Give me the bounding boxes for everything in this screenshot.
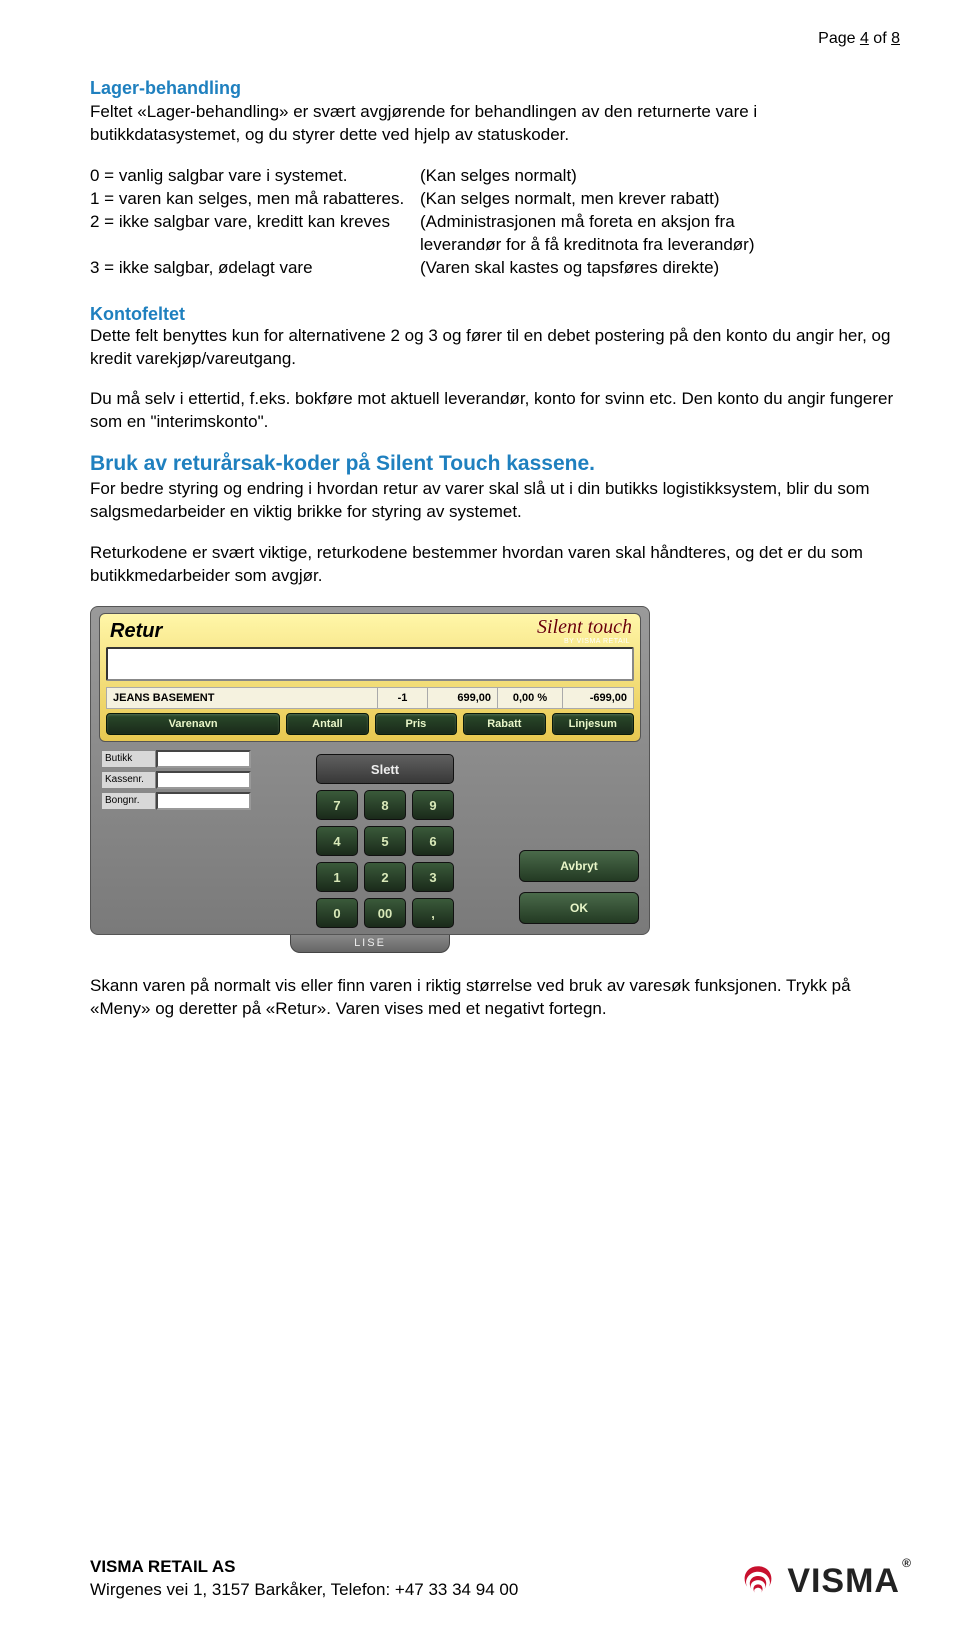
keypad-6[interactable]: 6 bbox=[412, 826, 454, 856]
para-konto-2: Du må selv i ettertid, f.eks. bokføre mo… bbox=[90, 388, 900, 434]
keypad-7[interactable]: 7 bbox=[316, 790, 358, 820]
keypad-8[interactable]: 8 bbox=[364, 790, 406, 820]
para-after-pos: Skann varen på normalt vis eller finn va… bbox=[90, 975, 900, 1021]
slett-button[interactable]: Slett bbox=[316, 754, 454, 784]
page-footer: VISMA RETAIL AS Wirgenes vei 1, 3157 Bar… bbox=[90, 1556, 900, 1602]
para-konto-1: Dette felt benyttes kun for alternativen… bbox=[90, 325, 900, 371]
para-retur-1: For bedre styring og endring i hvordan r… bbox=[90, 478, 900, 524]
section-title-konto: Kontofeltet bbox=[90, 304, 900, 325]
section-title-retur: Bruk av returårsak-koder på Silent Touch… bbox=[90, 452, 900, 476]
keypad-comma[interactable]: , bbox=[412, 898, 454, 928]
col-pris-button[interactable]: Pris bbox=[375, 713, 457, 735]
col-rabatt-button[interactable]: Rabatt bbox=[463, 713, 545, 735]
keypad-00[interactable]: 00 bbox=[364, 898, 406, 928]
visma-swirl-icon bbox=[737, 1560, 779, 1602]
keypad-3[interactable]: 3 bbox=[412, 862, 454, 892]
pos-keypad: Slett 7 8 9 4 5 6 1 2 3 0 00 , bbox=[261, 750, 509, 928]
para-lager: Feltet «Lager-behandling» er svært avgjø… bbox=[90, 101, 900, 147]
keypad-9[interactable]: 9 bbox=[412, 790, 454, 820]
avbryt-button[interactable]: Avbryt bbox=[519, 850, 639, 882]
status-code-table: 0 = vanlig salgbar vare i systemet.(Kan … bbox=[90, 165, 900, 280]
input-butikk[interactable] bbox=[156, 750, 251, 768]
pos-user-tab[interactable]: LISE bbox=[290, 935, 450, 953]
footer-company: VISMA RETAIL AS bbox=[90, 1556, 518, 1579]
pos-item-row: JEANS BASEMENT -1 699,00 0,00 % -699,00 bbox=[106, 687, 634, 709]
visma-logo: VISMA® bbox=[737, 1560, 900, 1602]
col-linjesum-button[interactable]: Linjesum bbox=[552, 713, 634, 735]
col-antall-button[interactable]: Antall bbox=[286, 713, 368, 735]
label-butikk: Butikk bbox=[101, 750, 156, 768]
pos-search-input[interactable] bbox=[106, 647, 634, 681]
keypad-5[interactable]: 5 bbox=[364, 826, 406, 856]
section-title-lager: Lager-behandling bbox=[90, 78, 900, 99]
pos-screenshot: Retur Silent touch BY VISMA RETAIL JEANS… bbox=[90, 606, 650, 953]
keypad-2[interactable]: 2 bbox=[364, 862, 406, 892]
ok-button[interactable]: OK bbox=[519, 892, 639, 924]
silent-touch-logo: Silent touch bbox=[537, 616, 632, 639]
para-retur-2: Returkodene er svært viktige, returkoden… bbox=[90, 542, 900, 588]
pos-column-headers: Varenavn Antall Pris Rabatt Linjesum bbox=[106, 713, 634, 735]
silent-touch-subtitle: BY VISMA RETAIL bbox=[564, 638, 630, 645]
label-kassenr: Kassenr. bbox=[101, 771, 156, 789]
keypad-0[interactable]: 0 bbox=[316, 898, 358, 928]
visma-logo-text: VISMA® bbox=[787, 1562, 900, 1601]
label-bongnr: Bongnr. bbox=[101, 792, 156, 810]
page-number: Page 4 of 8 bbox=[90, 30, 900, 48]
keypad-1[interactable]: 1 bbox=[316, 862, 358, 892]
footer-address: Wirgenes vei 1, 3157 Barkåker, Telefon: … bbox=[90, 1579, 518, 1602]
registered-icon: ® bbox=[902, 1556, 912, 1570]
col-varenavn-button[interactable]: Varenavn bbox=[106, 713, 280, 735]
keypad-4[interactable]: 4 bbox=[316, 826, 358, 856]
input-kassenr[interactable] bbox=[156, 771, 251, 789]
input-bongnr[interactable] bbox=[156, 792, 251, 810]
pos-left-fields: Butikk Kassenr. Bongnr. bbox=[101, 750, 251, 928]
